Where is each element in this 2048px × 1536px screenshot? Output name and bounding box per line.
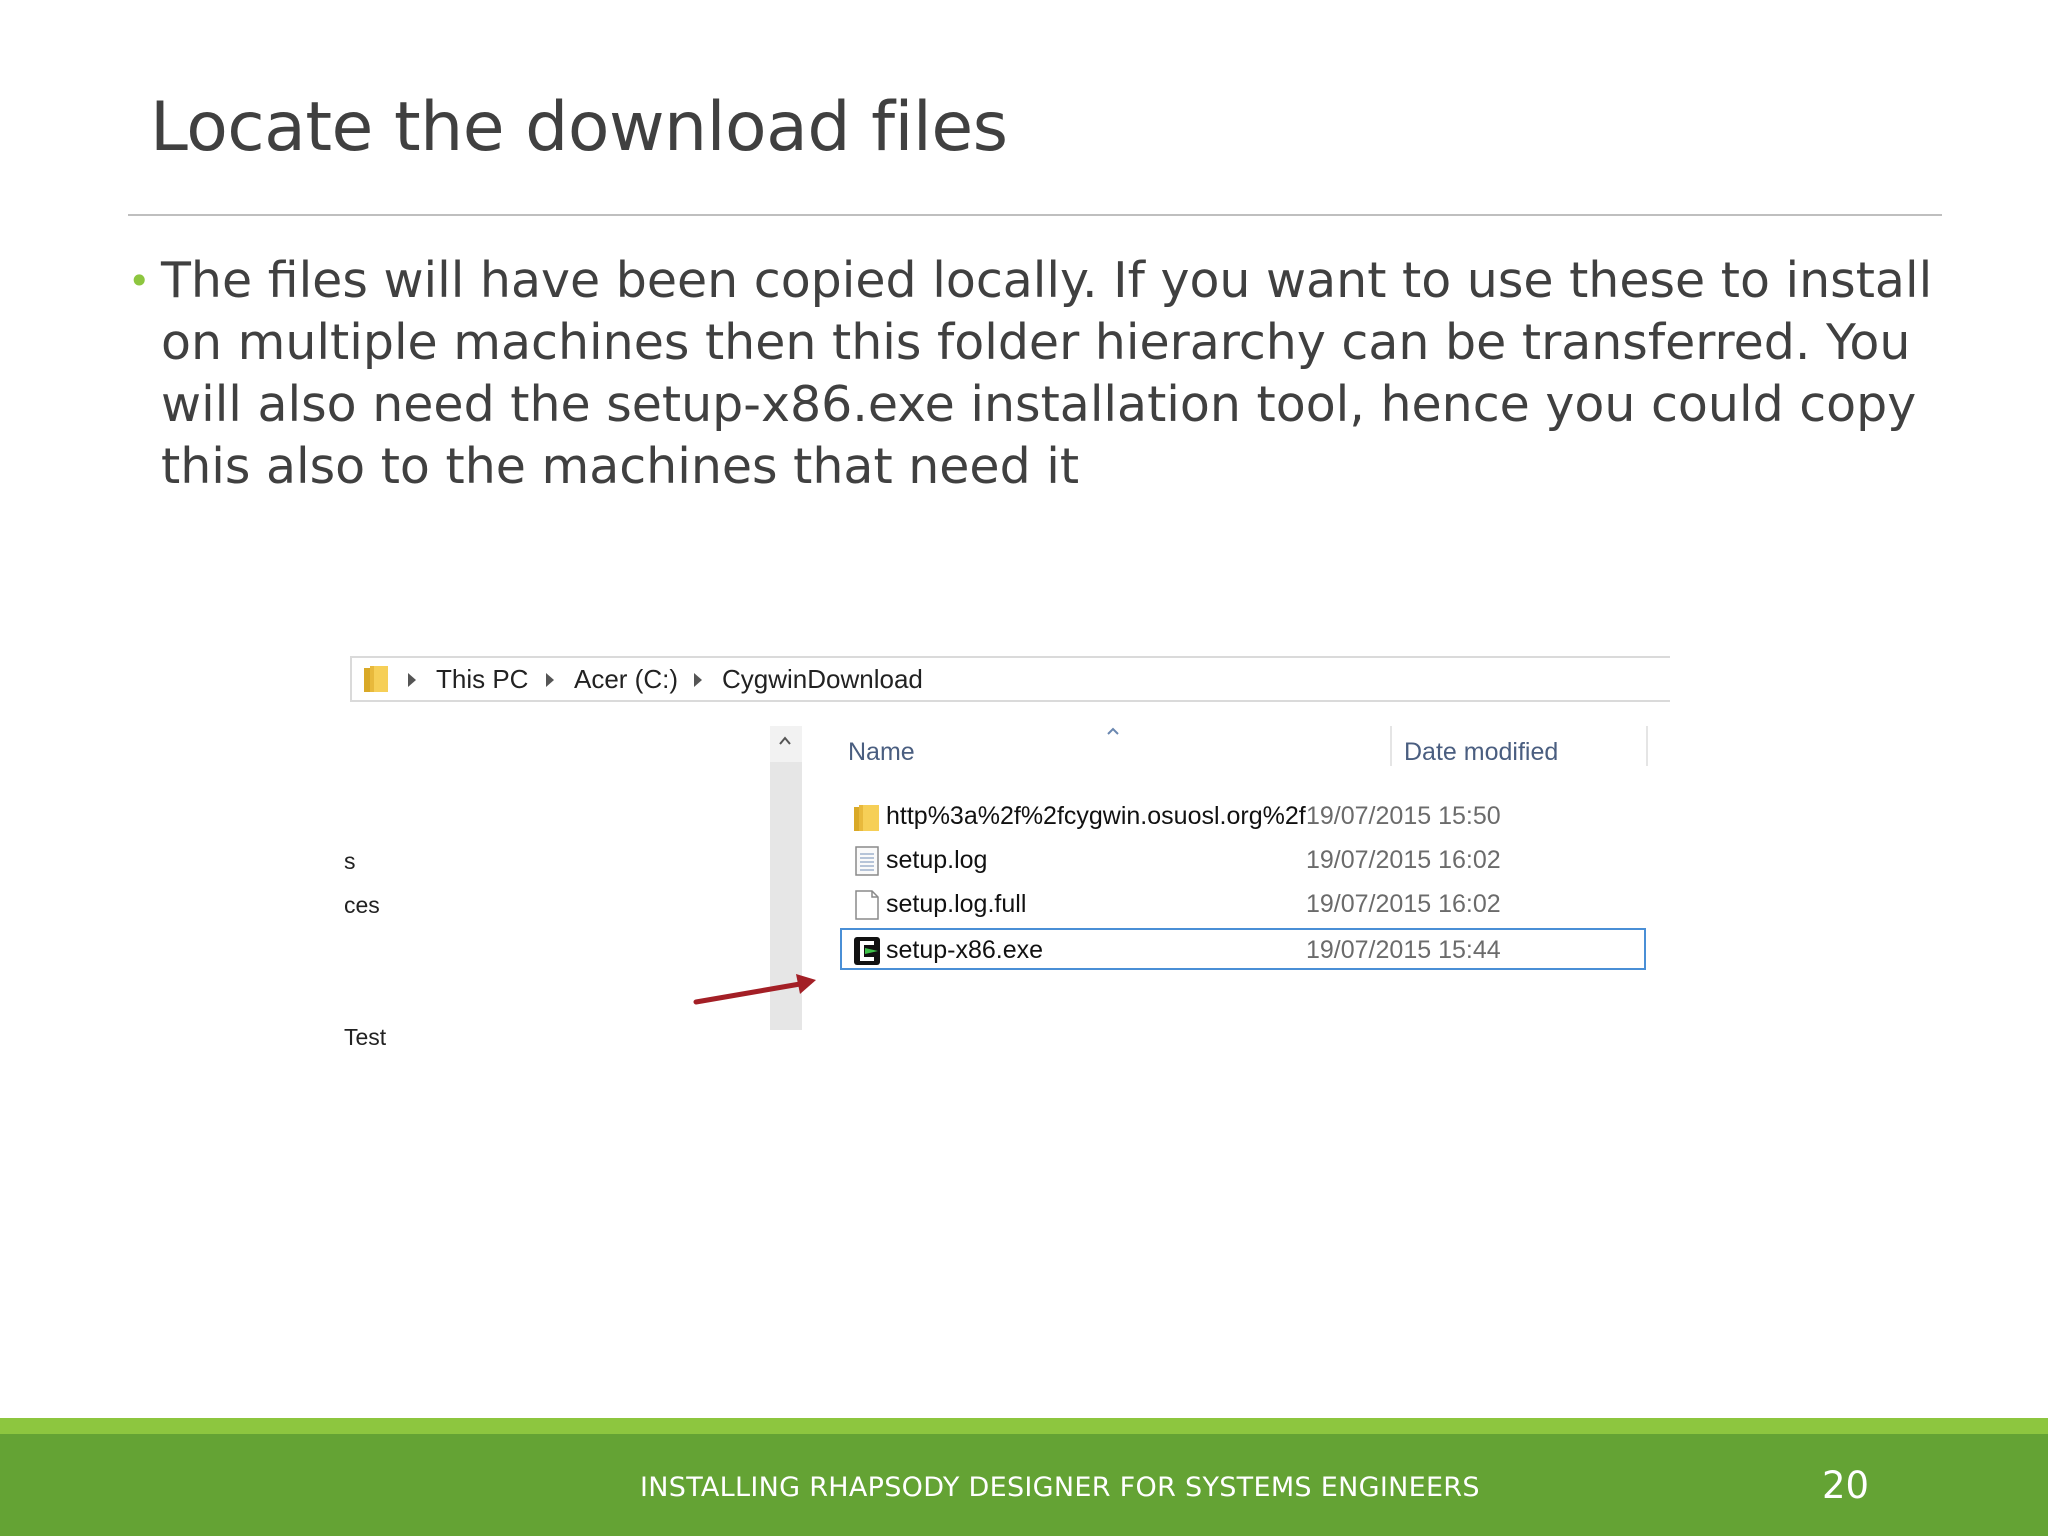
file-date: 19/07/2015 15:44: [1306, 936, 1501, 964]
file-row[interactable]: setup.log 19/07/2015 16:02: [842, 840, 1644, 882]
breadcrumb-separator: [694, 673, 702, 687]
file-icon: [855, 890, 879, 920]
file-date: 19/07/2015 15:50: [1306, 802, 1501, 830]
text-file-icon: [855, 846, 879, 876]
bullet-item: • The files will have been copied locall…: [128, 250, 1948, 498]
file-row[interactable]: http%3a%2f%2fcygwin.osuosl.org%2f 19/07/…: [842, 796, 1644, 838]
file-name: setup.log.full: [886, 890, 1027, 918]
column-divider: [1646, 726, 1648, 766]
nav-pane-item[interactable]: s: [344, 848, 356, 875]
explorer-screenshot: This PC Acer (C:) CygwinDownload s ces T…: [344, 652, 1670, 1420]
bullet-dot: •: [128, 259, 151, 303]
breadcrumb-cygwin-download[interactable]: CygwinDownload: [722, 664, 923, 695]
breadcrumb-drive[interactable]: Acer (C:): [574, 664, 678, 695]
folder-icon: [364, 666, 388, 692]
folder-icon: [854, 805, 879, 831]
file-name: setup.log: [886, 846, 988, 874]
cygwin-setup-icon: [854, 937, 880, 965]
sort-ascending-icon: [1107, 727, 1119, 735]
footer-text: INSTALLING RHAPSODY DESIGNER FOR SYSTEMS…: [640, 1472, 1480, 1503]
column-header-date-modified[interactable]: Date modified: [1404, 738, 1558, 767]
bullet-text: The files will have been copied locally.…: [161, 252, 1933, 495]
nav-pane-item[interactable]: Test: [344, 1024, 386, 1051]
file-date: 19/07/2015 16:02: [1306, 890, 1501, 918]
file-name: setup-x86.exe: [886, 936, 1044, 964]
file-name: http%3a%2f%2fcygwin.osuosl.org%2f: [886, 802, 1306, 830]
slide-title: Locate the download files: [150, 88, 1008, 167]
column-divider: [1390, 726, 1392, 766]
address-bar[interactable]: This PC Acer (C:) CygwinDownload: [350, 656, 1670, 702]
breadcrumb-this-pc[interactable]: This PC: [436, 664, 528, 695]
column-header-name[interactable]: Name: [848, 738, 915, 767]
red-arrow-icon: [693, 974, 816, 1005]
file-row[interactable]: setup.log.full 19/07/2015 16:02: [842, 884, 1644, 926]
breadcrumb-separator: [408, 673, 416, 687]
title-rule: [128, 214, 1942, 216]
file-row-selected[interactable]: setup-x86.exe 19/07/2015 15:44: [840, 928, 1646, 970]
page-number: 20: [1822, 1464, 1870, 1507]
scroll-up-icon[interactable]: [778, 734, 792, 748]
file-date: 19/07/2015 16:02: [1306, 846, 1501, 874]
footer-accent-strip: [0, 1418, 2048, 1434]
breadcrumb-separator: [546, 673, 554, 687]
nav-pane-item[interactable]: ces: [344, 892, 380, 919]
footer-bar: INSTALLING RHAPSODY DESIGNER FOR SYSTEMS…: [0, 1434, 2048, 1536]
